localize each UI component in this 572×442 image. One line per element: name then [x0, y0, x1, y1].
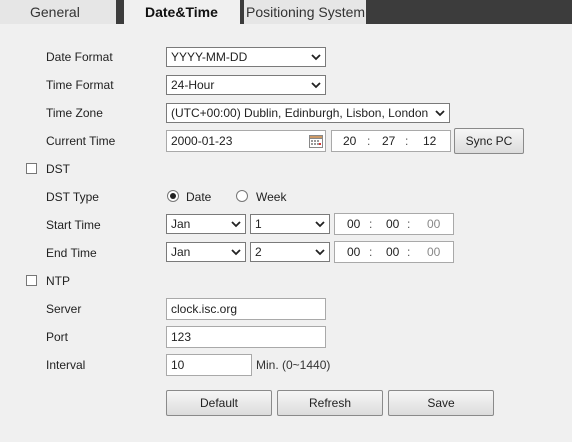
ntp-label: NTP [46, 274, 70, 288]
server-label: Server [46, 302, 82, 316]
start-hour[interactable]: 00 [347, 214, 360, 234]
time-zone-value: (UTC+00:00) Dublin, Edinburgh, Lisbon, L… [171, 106, 429, 120]
chevron-down-icon [313, 215, 327, 233]
current-second[interactable]: 12 [423, 131, 436, 151]
time-zone-label: Time Zone [46, 106, 103, 120]
dst-label: DST [46, 162, 70, 176]
dst-type-week-label: Week [256, 190, 287, 204]
start-second[interactable]: 00 [427, 214, 440, 234]
date-format-select[interactable]: YYYY-MM-DD [166, 47, 326, 67]
end-time-label: End Time [46, 246, 97, 260]
date-format-label: Date Format [46, 50, 113, 64]
port-input[interactable]: 123 [166, 326, 326, 348]
refresh-button[interactable]: Refresh [277, 390, 383, 416]
time-separator: : [407, 245, 411, 259]
tab-positioning-system[interactable]: Positioning System [244, 0, 366, 24]
current-minute[interactable]: 27 [382, 131, 395, 151]
time-separator: : [369, 245, 373, 259]
ntp-checkbox[interactable] [26, 275, 37, 286]
start-minute[interactable]: 00 [386, 214, 399, 234]
chevron-down-icon [313, 243, 327, 261]
time-format-value: 24-Hour [171, 78, 215, 92]
tab-bar: General Date&Time Positioning System [0, 0, 572, 26]
end-minute[interactable]: 00 [386, 242, 399, 262]
time-separator: : [367, 134, 371, 148]
start-time-label: Start Time [46, 218, 101, 232]
time-zone-select[interactable]: (UTC+00:00) Dublin, Edinburgh, Lisbon, L… [166, 103, 450, 123]
interval-input[interactable]: 10 [166, 354, 252, 376]
end-month-select[interactable]: Jan [166, 242, 246, 262]
start-day-select[interactable]: 1 [250, 214, 330, 234]
tab-general[interactable]: General [0, 0, 116, 24]
chevron-down-icon [309, 48, 323, 66]
dst-type-week-radio[interactable] [236, 190, 248, 202]
end-day-select[interactable]: 2 [250, 242, 330, 262]
dst-type-date-label: Date [186, 190, 212, 204]
date-format-value: YYYY-MM-DD [171, 50, 248, 64]
time-format-select[interactable]: 24-Hour [166, 75, 326, 95]
server-input[interactable]: clock.isc.org [166, 298, 326, 320]
current-time-input[interactable]: 20 : 27 : 12 [331, 130, 451, 152]
start-month-select[interactable]: Jan [166, 214, 246, 234]
end-second[interactable]: 00 [427, 242, 440, 262]
time-format-label: Time Format [46, 78, 114, 92]
calendar-icon[interactable] [309, 134, 323, 148]
tab-date-time[interactable]: Date&Time [124, 0, 240, 26]
current-time-label: Current Time [46, 134, 116, 148]
radio-selected-dot [170, 193, 176, 199]
time-separator: : [407, 217, 411, 231]
interval-label: Interval [46, 358, 86, 372]
time-separator: : [405, 134, 409, 148]
sync-pc-button[interactable]: Sync PC [454, 128, 524, 154]
chevron-down-icon [229, 215, 243, 233]
current-date-value: 2000-01-23 [171, 134, 233, 148]
dst-type-label: DST Type [46, 190, 99, 204]
current-date-input[interactable]: 2000-01-23 [166, 130, 326, 152]
chevron-down-icon [309, 76, 323, 94]
time-separator: : [369, 217, 373, 231]
current-hour[interactable]: 20 [343, 131, 356, 151]
dst-checkbox[interactable] [26, 163, 37, 174]
end-time-input[interactable]: 00 : 00 : 00 [334, 241, 454, 263]
interval-unit-hint: Min. (0~1440) [256, 358, 331, 372]
chevron-down-icon [433, 104, 447, 122]
default-button[interactable]: Default [166, 390, 272, 416]
dst-type-date-radio[interactable] [167, 190, 179, 202]
save-button[interactable]: Save [388, 390, 494, 416]
end-hour[interactable]: 00 [347, 242, 360, 262]
port-label: Port [46, 330, 69, 344]
start-time-input[interactable]: 00 : 00 : 00 [334, 213, 454, 235]
chevron-down-icon [229, 243, 243, 261]
